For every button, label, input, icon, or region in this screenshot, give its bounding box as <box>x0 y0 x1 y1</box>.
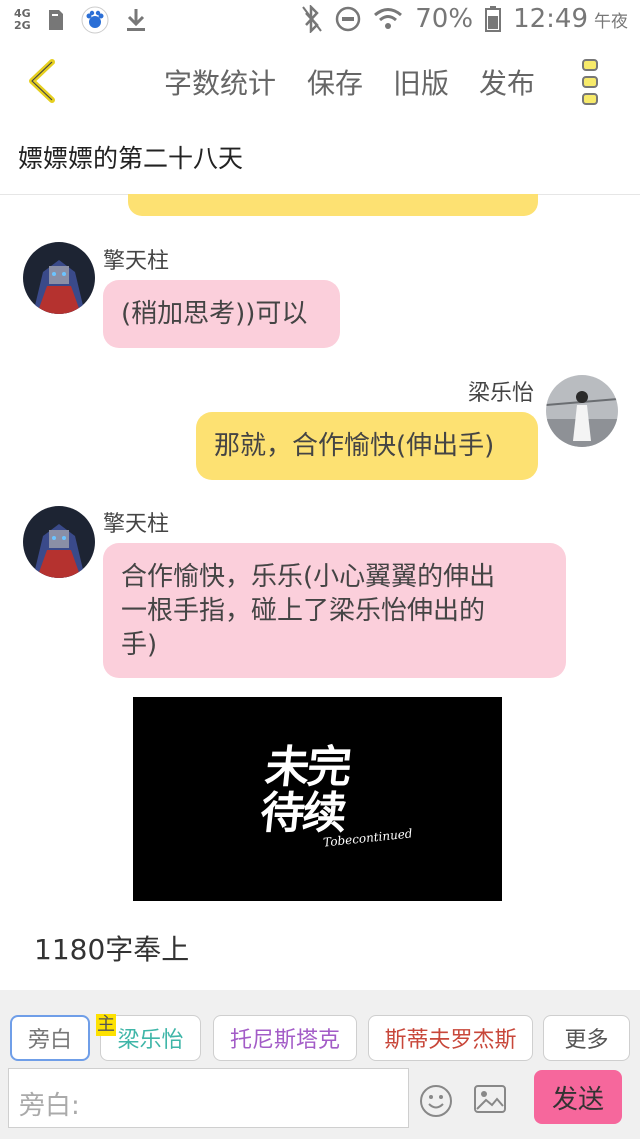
message-sender-name: 梁乐怡 <box>468 381 535 406</box>
clock-time: 12:49 <box>513 4 588 34</box>
battery-icon <box>485 6 502 32</box>
role-tony-stark[interactable]: 托尼斯塔克 <box>213 1015 357 1061</box>
emoji-button[interactable] <box>419 1084 453 1118</box>
image-icon <box>474 1085 506 1113</box>
message-sender-name: 擎天柱 <box>103 249 170 274</box>
lead-role-badge: 主 <box>96 1014 116 1036</box>
composer-panel: 旁白 梁乐怡 主 托尼斯塔克 斯蒂夫罗杰斯 更多 旁白: 发送 <box>0 990 640 1139</box>
network-indicator: 4G 2G <box>14 8 31 32</box>
download-icon <box>125 7 147 33</box>
role-steve-rogers[interactable]: 斯蒂夫罗杰斯 <box>368 1015 533 1061</box>
more-roles-button[interactable]: 更多 <box>543 1015 630 1061</box>
message-bubble[interactable]: 合作愉快，乐乐(小心翼翼的伸出 一根手指，碰上了梁乐怡伸出的 手) <box>103 543 566 678</box>
image-title: 未完 待续 <box>257 742 353 839</box>
message-line: 合作愉快，乐乐(小心翼翼的伸出 <box>121 562 496 592</box>
avatar-liang-leyi[interactable] <box>546 375 618 447</box>
old-version-button[interactable]: 旧版 <box>393 62 449 102</box>
battery-percent: 70% <box>415 4 474 34</box>
wifi-icon <box>373 7 403 31</box>
more-vertical-icon <box>582 59 598 105</box>
bluetooth-icon <box>301 5 323 33</box>
status-bar: 4G 2G 70% 12:49 午夜 <box>0 0 640 44</box>
status-right: 70% 12:49 午夜 <box>301 4 628 34</box>
role-narration[interactable]: 旁白 <box>10 1015 90 1061</box>
image-button[interactable] <box>473 1084 507 1114</box>
more-menu-button[interactable] <box>580 56 602 108</box>
baidu-app-icon <box>81 6 109 34</box>
network-2g: 2G <box>14 19 31 32</box>
chevron-left-icon <box>29 59 55 103</box>
story-title-bar: 嫖嫖嫖的第二十八天 <box>0 124 640 195</box>
avatar-optimus[interactable] <box>23 242 95 314</box>
clock-period: 午夜 <box>594 11 628 32</box>
publish-button[interactable]: 发布 <box>479 62 535 102</box>
message-input[interactable]: 旁白: <box>8 1068 409 1128</box>
message-bubble[interactable]: (稍加思考))可以 <box>103 280 340 348</box>
word-count-note: 1180字奉上 <box>34 933 190 966</box>
story-title[interactable]: 嫖嫖嫖的第二十八天 <box>18 139 243 175</box>
save-button[interactable]: 保存 <box>307 62 363 102</box>
word-count-button[interactable]: 字数统计 <box>164 62 276 102</box>
editor-header: 字数统计 保存 旧版 发布 <box>0 44 640 120</box>
smiley-icon <box>420 1085 452 1117</box>
send-button[interactable]: 发送 <box>534 1070 622 1124</box>
back-button[interactable] <box>22 56 62 106</box>
previous-message-bubble <box>128 194 538 216</box>
message-sender-name: 擎天柱 <box>103 512 170 537</box>
message-line: 手) <box>121 630 158 660</box>
sim-card-icon <box>47 8 65 32</box>
status-left: 4G 2G <box>14 6 147 34</box>
do-not-disturb-icon <box>335 6 361 32</box>
message-line: 一根手指，碰上了梁乐怡伸出的 <box>121 596 486 626</box>
message-bubble[interactable]: 那就，合作愉快(伸出手) <box>196 412 538 480</box>
avatar-optimus[interactable] <box>23 506 95 578</box>
to-be-continued-image[interactable]: 未完 待续 Tobecontinued <box>133 697 502 901</box>
